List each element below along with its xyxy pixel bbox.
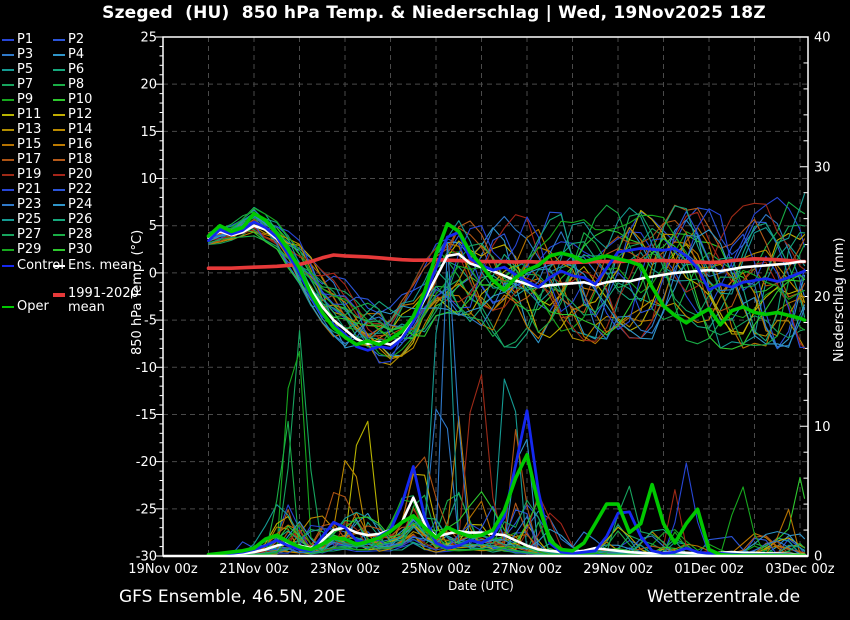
legend-item-p19-label: P19 — [17, 167, 41, 182]
legend-item-ens-mean-swatch — [53, 265, 65, 268]
legend-item-p6-swatch — [53, 69, 65, 72]
legend-item-p14-swatch — [53, 129, 65, 132]
legend-item-p26-swatch — [53, 219, 65, 222]
x-tick-label: 03Dec 00z — [765, 562, 834, 577]
legend-item-p30-swatch — [53, 249, 65, 252]
legend-item-p18-swatch — [53, 159, 65, 162]
left-tick-label: 20 — [140, 78, 157, 93]
legend-item-p19-swatch — [2, 174, 14, 177]
legend-item-p14-label: P14 — [68, 122, 92, 137]
left-tick-label: -15 — [136, 408, 157, 423]
legend-item-p2-swatch — [53, 39, 65, 42]
legend-item-p21-swatch — [2, 189, 14, 192]
legend-item-p9-label: P9 — [17, 92, 33, 107]
right-tick-label: 10 — [814, 420, 831, 435]
footer-branding: Wetterzentrale.de — [647, 587, 800, 607]
legend-item-p12-label: P12 — [68, 107, 92, 122]
left-tick-label: -20 — [136, 455, 157, 470]
legend-item-1991-2020-mean-label: 1991-2020 mean — [68, 287, 156, 315]
legend-item-p20-swatch — [53, 174, 65, 177]
legend-item-p10-label: P10 — [68, 92, 92, 107]
x-tick-label: 19Nov 00z — [128, 562, 198, 577]
legend-item-p6-label: P6 — [68, 62, 84, 77]
right-tick-label: 30 — [814, 160, 831, 175]
legend-item-p17-swatch — [2, 159, 14, 162]
legend-item-control-swatch — [2, 265, 14, 268]
legend-item-p12-swatch — [53, 114, 65, 117]
left-tick-label: 0 — [149, 266, 157, 281]
legend-item-p16-label: P16 — [68, 137, 92, 152]
legend-item-ens-mean-label: Ens. mean — [68, 258, 136, 273]
right-tick-label: 20 — [814, 290, 831, 305]
legend-item-p15-label: P15 — [17, 137, 41, 152]
legend-item-p30-label: P30 — [68, 242, 92, 257]
x-tick-label: 29Nov 00z — [583, 562, 653, 577]
legend-item-p11-swatch — [2, 114, 14, 117]
legend-item-p27-swatch — [2, 234, 14, 237]
legend-item-p28-label: P28 — [68, 227, 92, 242]
right-axis-title: Niederschlag (mm) — [832, 237, 847, 362]
legend-item-p1-swatch — [2, 39, 14, 42]
legend-item-p23-swatch — [2, 204, 14, 207]
legend-item-p29-swatch — [2, 249, 14, 252]
legend-item-p24-swatch — [53, 204, 65, 207]
left-tick-label: 15 — [140, 125, 157, 140]
left-tick-label: 5 — [149, 219, 157, 234]
legend-item-p4-label: P4 — [68, 47, 84, 62]
footer-model-info: GFS Ensemble, 46.5N, 20E — [119, 587, 346, 607]
legend-item-p7-swatch — [2, 84, 14, 87]
legend-item-p21-label: P21 — [17, 182, 41, 197]
legend-item-p23-label: P23 — [17, 197, 41, 212]
legend-item-p22-swatch — [53, 189, 65, 192]
left-tick-label: -5 — [144, 314, 157, 329]
legend-item-p3-swatch — [2, 54, 14, 57]
legend-item-p4-swatch — [53, 54, 65, 57]
legend-item-p5-label: P5 — [17, 62, 33, 77]
left-tick-label: 25 — [140, 31, 157, 46]
left-tick-label: 10 — [140, 172, 157, 187]
legend-item-p8-swatch — [53, 84, 65, 87]
x-tick-label: 25Nov 00z — [401, 562, 471, 577]
legend-item-oper-swatch — [2, 306, 14, 309]
x-tick-label: 27Nov 00z — [492, 562, 562, 577]
x-tick-label: 23Nov 00z — [310, 562, 380, 577]
legend-item-p17-label: P17 — [17, 152, 41, 167]
legend-item-p22-label: P22 — [68, 182, 92, 197]
legend-item-p16-swatch — [53, 144, 65, 147]
legend-item-p29-label: P29 — [17, 242, 41, 257]
legend-item-p5-swatch — [2, 69, 14, 72]
legend-item-p3-label: P3 — [17, 47, 33, 62]
legend-item-p15-swatch — [2, 144, 14, 147]
legend-item-p13-label: P13 — [17, 122, 41, 137]
legend-item-p10-swatch — [53, 99, 65, 102]
left-tick-label: -25 — [136, 502, 157, 517]
legend-item-p18-label: P18 — [68, 152, 92, 167]
legend-item-p13-swatch — [2, 129, 14, 132]
legend-item-p9-swatch — [2, 99, 14, 102]
legend-item-p28-swatch — [53, 234, 65, 237]
x-tick-label: 01Dec 00z — [674, 562, 743, 577]
legend-item-p27-label: P27 — [17, 227, 41, 242]
legend-item-oper-label: Oper — [17, 299, 49, 314]
right-tick-label: 40 — [814, 31, 831, 46]
left-tick-label: -10 — [136, 361, 157, 376]
legend-item-p2-label: P2 — [68, 32, 84, 47]
legend-item-p1-label: P1 — [17, 32, 33, 47]
legend-item-p11-label: P11 — [17, 107, 41, 122]
legend-item-p24-label: P24 — [68, 197, 92, 212]
legend-item-p7-label: P7 — [17, 77, 33, 92]
x-axis-title: Date (UTC) — [431, 579, 531, 593]
legend-item-p8-label: P8 — [68, 77, 84, 92]
legend-item-p26-label: P26 — [68, 212, 92, 227]
x-tick-label: 21Nov 00z — [219, 562, 289, 577]
legend-item-p25-label: P25 — [17, 212, 41, 227]
legend-item-1991-2020-mean-swatch — [53, 293, 65, 297]
legend-item-p20-label: P20 — [68, 167, 92, 182]
legend-item-p25-swatch — [2, 219, 14, 222]
